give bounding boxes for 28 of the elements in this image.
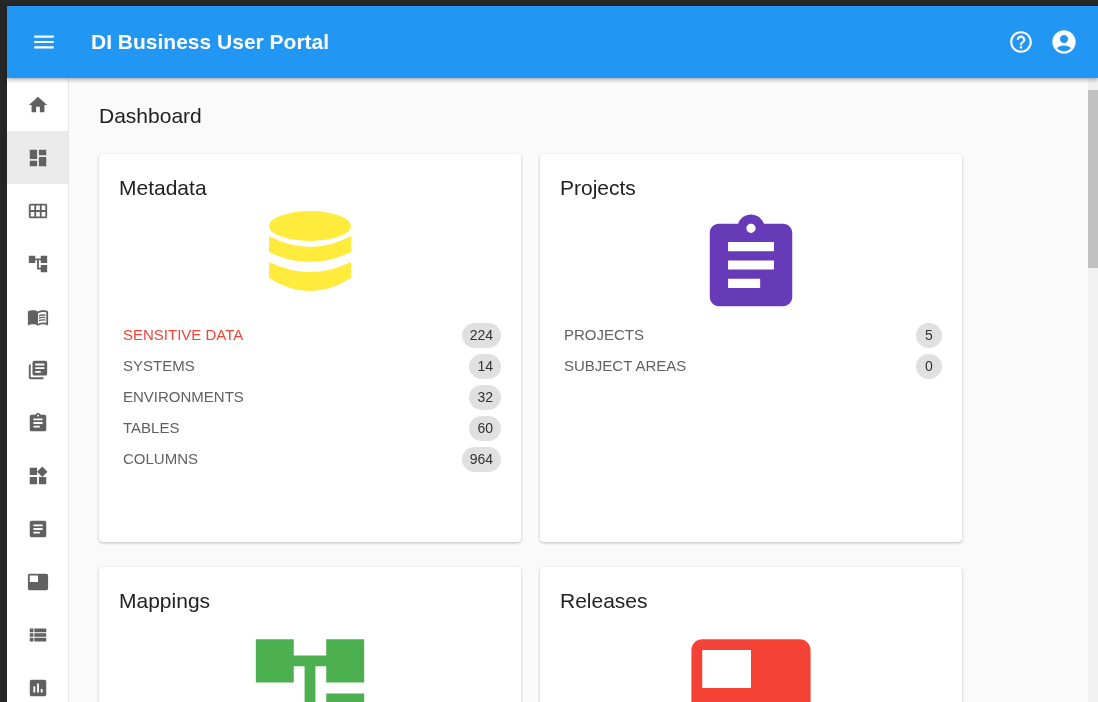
page-title: Dashboard <box>99 103 202 129</box>
dashboard-card[interactable]: Releases <box>540 566 962 702</box>
dashboard-card[interactable]: Mappings <box>99 566 521 702</box>
help-button[interactable] <box>1008 29 1034 55</box>
stat-label[interactable]: SENSITIVE DATA <box>123 323 244 347</box>
app-title: DI Business User Portal <box>91 29 330 56</box>
dashboard-card[interactable]: Projects PROJECTS 5 SUBJECT AREAS 0 <box>540 153 962 542</box>
count-badge: 32 <box>469 384 501 410</box>
card-title: Metadata <box>119 174 207 201</box>
card-title: Releases <box>560 587 648 614</box>
count-badge: 14 <box>469 353 501 379</box>
dashboard-icon[interactable] <box>7 131 68 184</box>
card-title: Mappings <box>119 587 211 614</box>
account-button[interactable] <box>1050 28 1078 56</box>
scrollbar[interactable] <box>1088 78 1098 702</box>
count-badge: 60 <box>469 415 501 441</box>
stat-label[interactable]: PROJECTS <box>564 323 644 347</box>
card-title: Projects <box>560 174 636 201</box>
stat-label[interactable]: SYSTEMS <box>123 354 195 378</box>
dashboard-card[interactable]: Metadata SENSITIVE DATA 224 SYSTEMS 14 ENVIRONMENTS 32 TABLES 60 COLUMNS 964 <box>99 153 521 542</box>
stat-label[interactable]: TABLES <box>123 416 180 440</box>
count-badge: 0 <box>916 353 942 379</box>
count-badge: 224 <box>461 322 501 348</box>
stat-label[interactable]: COLUMNS <box>123 447 198 471</box>
count-badge: 964 <box>461 446 501 472</box>
stat-label[interactable]: ENVIRONMENTS <box>123 385 244 409</box>
stat-label[interactable]: SUBJECT AREAS <box>564 354 687 378</box>
count-badge: 5 <box>916 322 942 348</box>
